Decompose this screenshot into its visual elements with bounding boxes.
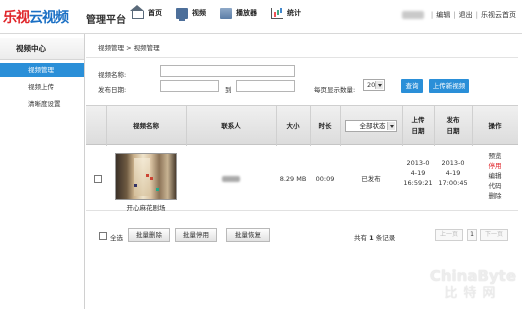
video-thumbnail[interactable] <box>115 153 177 200</box>
edit-video-link[interactable]: 编辑 <box>472 171 518 181</box>
platform-title: 管理平台 <box>86 15 126 26</box>
nav-item-home[interactable]: 首页 <box>130 5 162 21</box>
video-name-input[interactable] <box>160 65 295 77</box>
bulk-delete-button[interactable]: 批量删除 <box>128 228 170 242</box>
row-checkbox[interactable] <box>94 175 102 183</box>
publish-date: 2013-04-19 <box>441 159 465 177</box>
video-name[interactable]: 开心麻花剧场 <box>106 203 186 213</box>
logo-blue-text: 云视频 <box>29 10 69 26</box>
code-link[interactable]: 代码 <box>472 181 518 191</box>
nav-label: 视频 <box>192 9 206 17</box>
home-icon <box>130 5 144 19</box>
nav-item-video[interactable]: 视频 <box>176 5 206 21</box>
video-name-label: 视频名称: <box>98 71 127 79</box>
sidebar-item-video-upload[interactable]: 视频上传 <box>0 80 84 94</box>
sidebar: 视频中心 视频管理 视频上传 清晰度设置 <box>0 34 85 309</box>
logo[interactable]: 乐视云视频 <box>3 7 69 27</box>
publish-time: 17:00:45 <box>438 179 468 187</box>
stats-icon <box>271 7 283 19</box>
divider: | <box>475 11 478 19</box>
col-upload-date: 上传日期 <box>402 106 434 146</box>
disable-link[interactable]: 停用 <box>472 161 518 171</box>
nav-item-stats[interactable]: 统计 <box>271 5 301 21</box>
nav-label: 首页 <box>148 9 162 17</box>
publish-datetime: 2013-04-19 17:00:45 <box>434 158 472 188</box>
top-header: 乐视云视频 管理平台 首页 视频 播放器 统计 | 编辑 | 退出 | 乐视云首… <box>0 0 522 34</box>
sidebar-item-definition-settings[interactable]: 清晰度设置 <box>0 97 84 111</box>
video-size: 8.29 MB <box>279 175 307 183</box>
logo-red-text: 乐视 <box>3 10 30 26</box>
player-icon <box>220 7 232 19</box>
current-page-button[interactable]: 1 <box>467 229 477 241</box>
sidebar-title: 视频中心 <box>0 38 84 60</box>
upload-datetime: 2013-04-19 16:59:21 <box>402 158 434 188</box>
col-size: 大小 <box>286 121 300 130</box>
date-to-label: 到 <box>225 86 232 94</box>
record-count-suffix: 条记录 <box>375 234 396 242</box>
main-nav: 首页 视频 播放器 统计 <box>130 5 315 21</box>
date-from-input[interactable] <box>160 80 219 92</box>
publish-date-label: 发布日期: <box>98 86 127 94</box>
upload-time: 16:59:21 <box>403 179 433 187</box>
col-publish-date-label: 发布日期 <box>446 116 460 135</box>
contact-redacted <box>222 176 240 182</box>
bulk-action-bar: 全选 批量删除 批量停用 批量恢复 共有 1 条记录 上一页 1 下一页 <box>86 224 518 244</box>
chinabyte-watermark: ChinaByte 比特网 <box>430 267 516 301</box>
col-actions: 操作 <box>488 121 502 130</box>
divider: | <box>453 11 456 19</box>
logout-link[interactable]: 退出 <box>459 10 473 20</box>
nav-label: 播放器 <box>236 9 257 17</box>
video-status: 已发布 <box>361 175 381 183</box>
bulk-disable-button[interactable]: 批量停用 <box>175 228 217 242</box>
per-page-label: 每页显示数量: <box>314 86 356 94</box>
select-all-checkbox[interactable] <box>99 232 107 240</box>
status-filter-value: 全部状态 <box>359 122 386 130</box>
bulk-restore-button[interactable]: 批量恢复 <box>226 228 270 242</box>
nav-item-player[interactable]: 播放器 <box>220 5 257 21</box>
user-bar: | 编辑 | 退出 | 乐视云首页 <box>401 10 516 20</box>
row-actions: 预览 停用 编辑 代码 删除 <box>472 151 518 201</box>
record-count-value: 1 <box>369 234 374 242</box>
divider: | <box>430 11 434 19</box>
delete-link[interactable]: 删除 <box>472 191 518 201</box>
breadcrumb: 视频管理 > 视频管理 <box>86 38 518 58</box>
edit-link[interactable]: 编辑 <box>436 10 450 20</box>
sidebar-item-video-manage[interactable]: 视频管理 <box>0 63 84 77</box>
video-icon <box>176 7 188 21</box>
col-duration: 时长 <box>318 121 332 130</box>
record-count-prefix: 共有 <box>354 234 367 242</box>
record-count: 共有 1 条记录 <box>354 232 395 242</box>
date-to-input[interactable] <box>236 80 295 92</box>
select-all-label[interactable]: 全选 <box>110 232 123 242</box>
upload-new-video-button[interactable]: 上传新视频 <box>429 79 469 93</box>
nav-label: 统计 <box>287 9 301 17</box>
chevron-down-icon <box>387 122 395 130</box>
chevron-down-icon <box>375 81 383 89</box>
table-header: 视频名称 联系人 大小 时长 全部状态 上传日期 发布日期 操作 <box>86 105 518 146</box>
status-filter-select[interactable]: 全部状态 <box>345 120 397 132</box>
col-upload-date-label: 上传日期 <box>411 116 425 135</box>
video-duration: 00:09 <box>315 175 335 183</box>
username-redacted <box>401 11 424 19</box>
query-button[interactable]: 查询 <box>401 79 423 93</box>
prev-page-button[interactable]: 上一页 <box>435 229 463 241</box>
per-page-select[interactable]: 20 <box>363 79 385 91</box>
col-contact: 联系人 <box>221 121 241 130</box>
letv-cloud-home-link[interactable]: 乐视云首页 <box>481 10 516 20</box>
col-publish-date: 发布日期 <box>434 106 472 146</box>
upload-date: 2013-04-19 <box>406 159 430 177</box>
table-row: 开心麻花剧场 8.29 MB 00:09 已发布 2013-04-19 16:5… <box>86 145 518 213</box>
next-page-button[interactable]: 下一页 <box>480 229 508 241</box>
col-video-name: 视频名称 <box>133 121 159 130</box>
preview-link[interactable]: 预览 <box>472 151 518 161</box>
col-status: 全部状态 <box>340 106 402 146</box>
